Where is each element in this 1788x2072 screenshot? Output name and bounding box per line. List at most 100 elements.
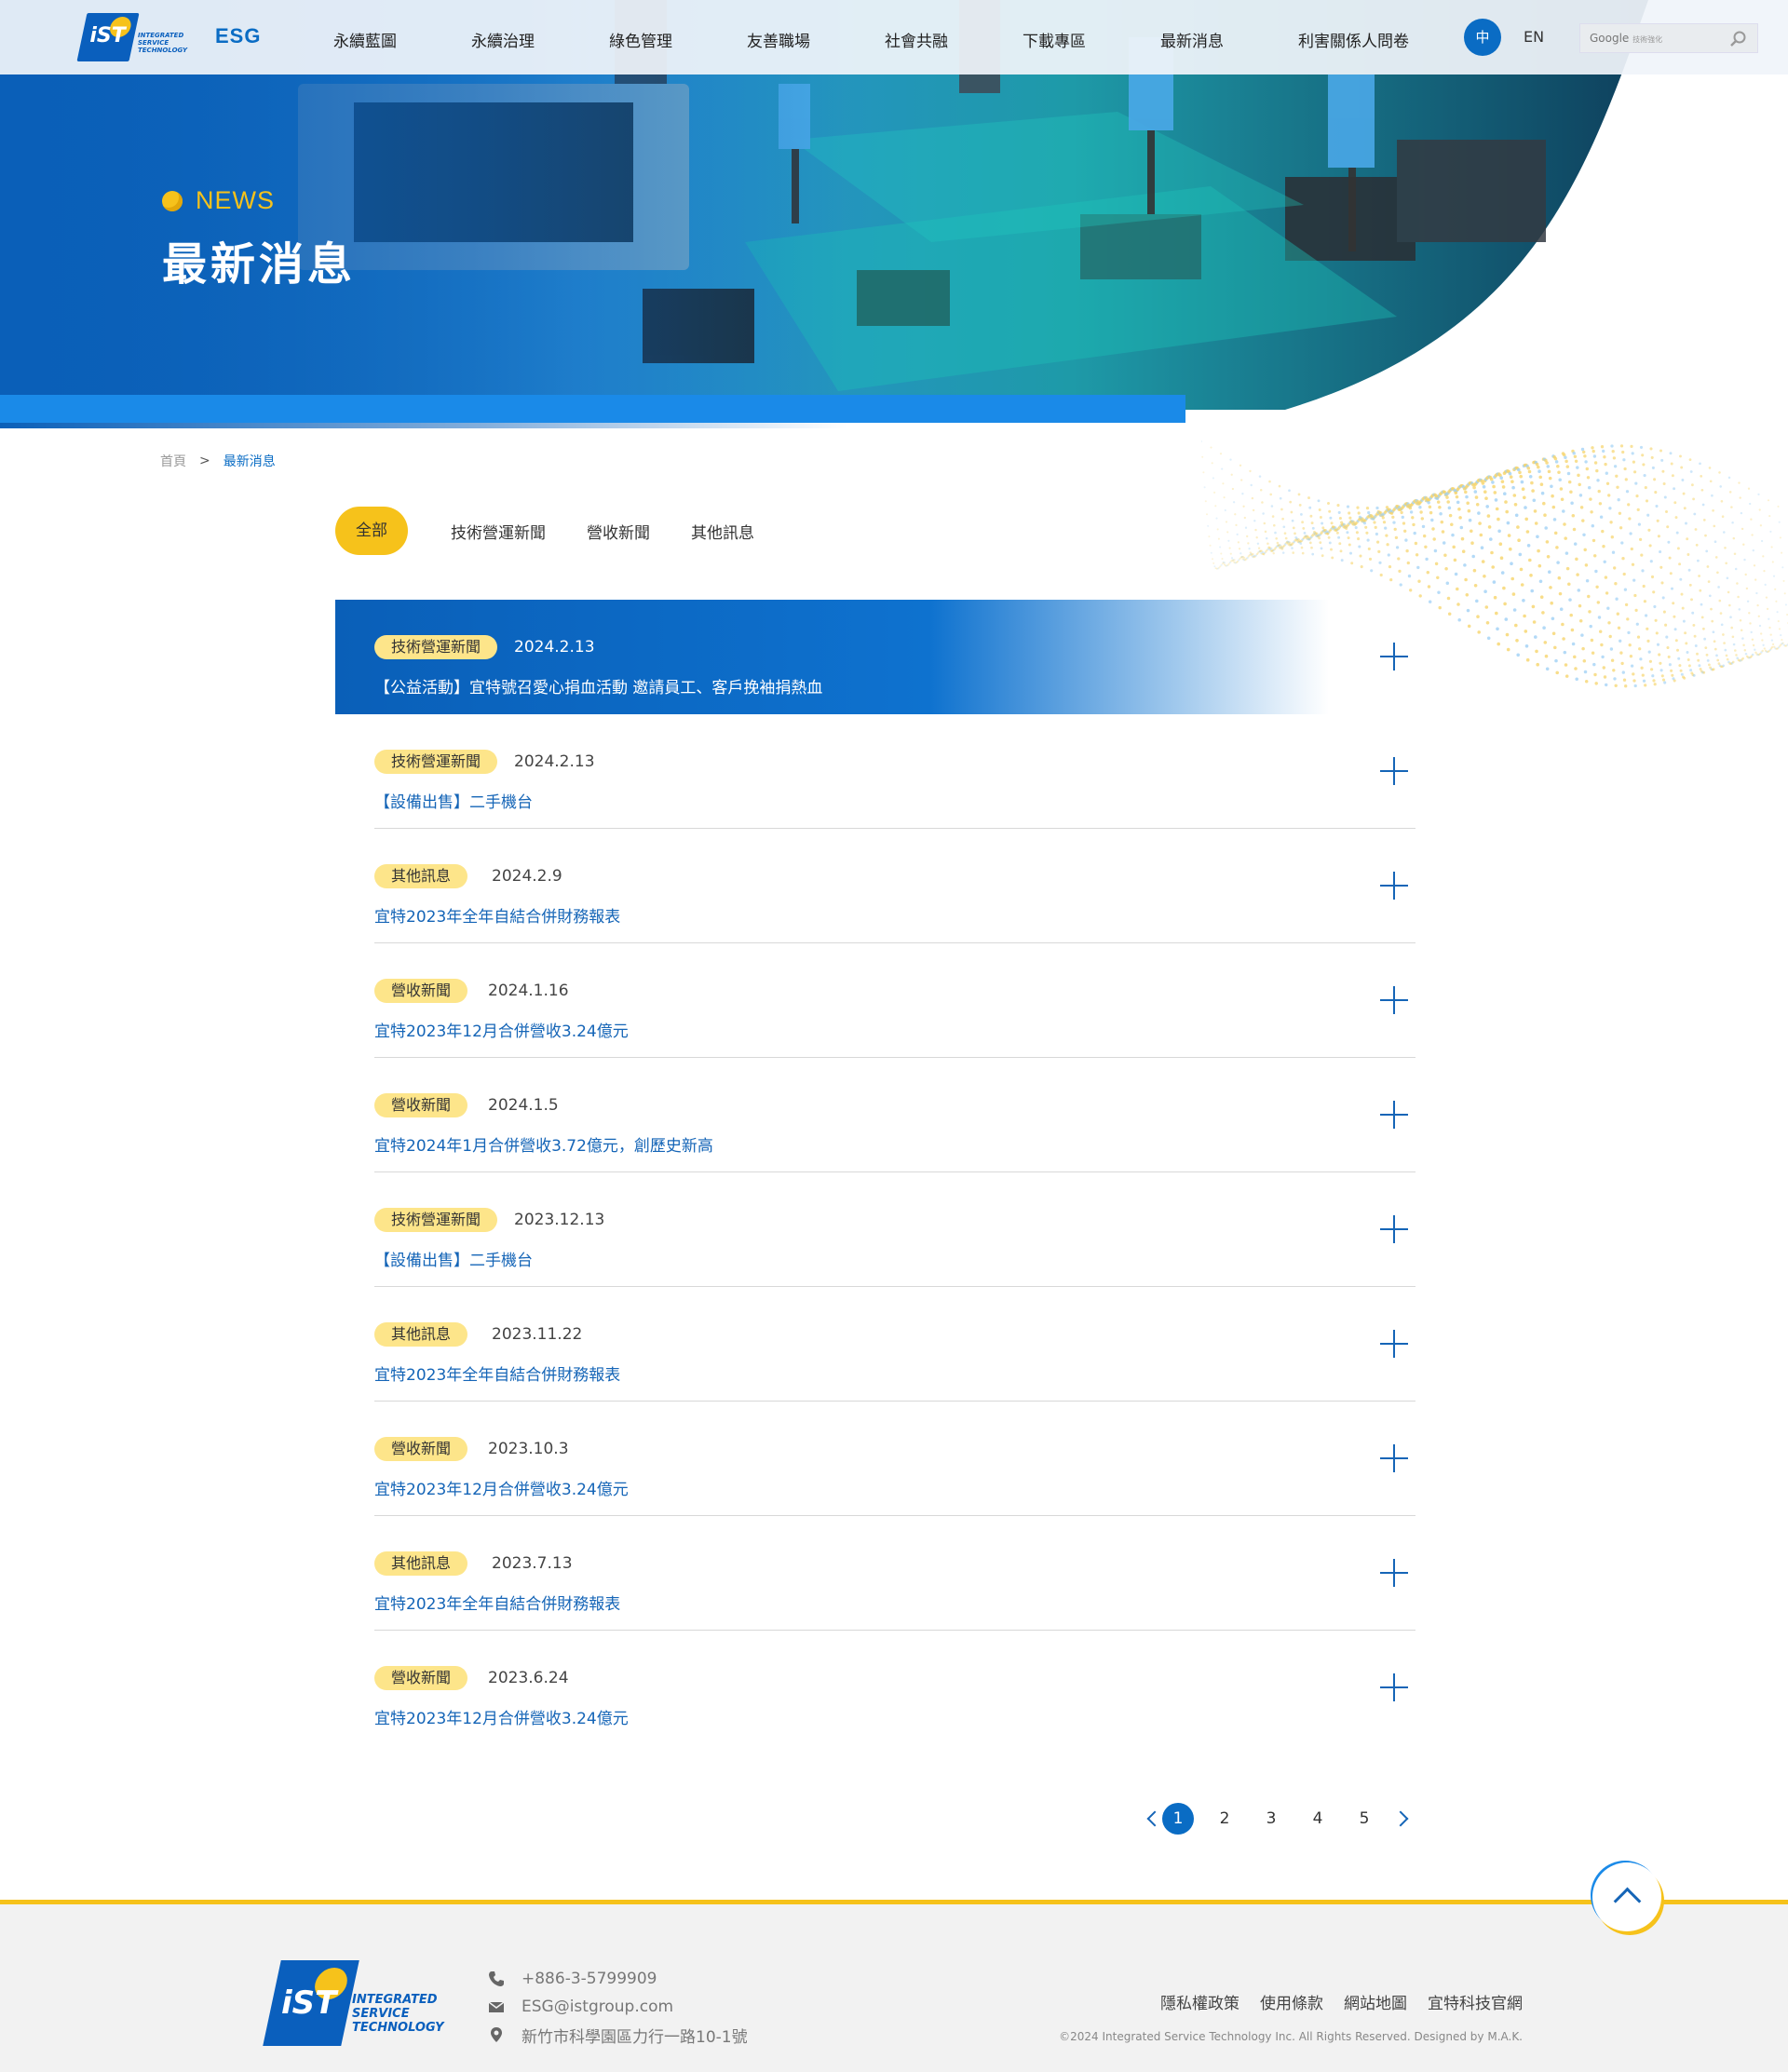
news-category-tag: 營收新聞 [374, 979, 468, 1003]
news-category-tag: 其他訊息 [374, 1322, 468, 1347]
footer-link-privacy[interactable]: 隱私權政策 [1160, 1990, 1239, 2013]
site-footer: iST INTEGRATED SERVICE TECHNOLOGY +886-3… [0, 1900, 1788, 2072]
page-4[interactable]: 4 [1302, 1803, 1334, 1835]
filter-tech[interactable]: 技術營運新聞 [451, 520, 546, 543]
nav-governance[interactable]: 永續治理 [471, 28, 535, 51]
chevron-right-icon: > [199, 454, 210, 468]
news-title[interactable]: 宜特2023年12月合併營收3.24億元 [374, 1476, 629, 1499]
news-category-tag: 營收新聞 [374, 1437, 468, 1461]
email-text[interactable]: ESG@istgroup.com [522, 1998, 673, 2016]
footer-logo[interactable]: iST INTEGRATED SERVICE TECHNOLOGY [263, 1960, 449, 2046]
plus-icon[interactable] [1380, 1444, 1408, 1472]
footer-link-sitemap[interactable]: 網站地圖 [1344, 1990, 1407, 2013]
page-1[interactable]: 1 [1162, 1803, 1194, 1835]
news-title[interactable]: 宜特2023年全年自結合併財務報表 [374, 1591, 620, 1614]
page-5[interactable]: 5 [1348, 1803, 1380, 1835]
site-logo[interactable]: iST INTEGRATED SERVICE TECHNOLOGY [76, 13, 192, 61]
news-item[interactable]: 其他訊息 2023.7.13 宜特2023年全年自結合併財務報表 [374, 1516, 1416, 1631]
news-title[interactable]: 【設備出售】二手機台 [374, 789, 533, 812]
copyright: ©2024 Integrated Service Technology Inc.… [1059, 2030, 1523, 2043]
news-item[interactable]: 其他訊息 2023.11.22 宜特2023年全年自結合併財務報表 [374, 1287, 1416, 1402]
footer-link-terms[interactable]: 使用條款 [1260, 1990, 1323, 2013]
news-title[interactable]: 宜特2023年全年自結合併財務報表 [374, 903, 620, 927]
footer-logo-mark-text: iST [281, 1984, 337, 2022]
esg-link[interactable]: ESG [215, 24, 261, 48]
page-2[interactable]: 2 [1209, 1803, 1240, 1835]
filter-other[interactable]: 其他訊息 [691, 520, 754, 543]
news-title[interactable]: 宜特2023年12月合併營收3.24億元 [374, 1705, 629, 1728]
filter-all[interactable]: 全部 [335, 507, 408, 555]
nav-download[interactable]: 下載專區 [1023, 28, 1086, 51]
nav-workplace[interactable]: 友善職場 [747, 28, 810, 51]
address-text: 新竹市科學園區力行一路10-1號 [522, 2027, 748, 2047]
contact-email: ESG@istgroup.com [488, 1993, 748, 2021]
footer-logo-text: INTEGRATED SERVICE TECHNOLOGY [352, 1993, 444, 2035]
news-category-tag: 技術營運新聞 [374, 635, 498, 659]
breadcrumb-home[interactable]: 首頁 [160, 452, 186, 470]
lang-en-button[interactable]: EN [1524, 28, 1544, 46]
next-page-icon[interactable] [1395, 1809, 1408, 1828]
news-item[interactable]: 技術營運新聞 2023.12.13 【設備出售】二手機台 [374, 1172, 1416, 1287]
news-title[interactable]: 【設備出售】二手機台 [374, 1247, 533, 1270]
footer-link-official[interactable]: 宜特科技官網 [1428, 1990, 1523, 2013]
plus-icon[interactable] [1380, 1215, 1408, 1243]
news-item[interactable]: 營收新聞 2023.6.24 宜特2023年12月合併營收3.24億元 [374, 1631, 1416, 1745]
main-nav: 永續藍圖 永續治理 綠色管理 友善職場 社會共融 下載專區 最新消息 利害關係人… [333, 28, 1409, 51]
news-title[interactable]: 宜特2023年全年自結合併財務報表 [374, 1361, 620, 1385]
plus-icon[interactable] [1380, 986, 1408, 1014]
search-brand: Google [1590, 32, 1630, 45]
mail-icon [488, 2001, 505, 2012]
news-date: 2023.11.22 [492, 1325, 583, 1344]
filter-revenue[interactable]: 營收新聞 [587, 520, 650, 543]
plus-icon[interactable] [1380, 1101, 1408, 1129]
plus-icon[interactable] [1380, 872, 1408, 900]
news-title[interactable]: 宜特2023年12月合併營收3.24億元 [374, 1018, 629, 1041]
logo-text: INTEGRATED SERVICE TECHNOLOGY [138, 32, 188, 54]
news-list: 技術營運新聞 2024.2.13 【公益活動】宜特號召愛心捐血活動 邀請員工、客戶挽… [335, 600, 1416, 1745]
category-filters: 全部 技術營運新聞 營收新聞 其他訊息 [335, 507, 795, 555]
footer-logo-mark: iST [263, 1960, 359, 2046]
contact-phone: +886-3-5799909 [488, 1965, 748, 1993]
plus-icon[interactable] [1380, 757, 1408, 785]
footer-links: 隱私權政策 使用條款 網站地圖 宜特科技官網 [1140, 1990, 1523, 2013]
page-3[interactable]: 3 [1255, 1803, 1287, 1835]
news-date: 2024.1.5 [488, 1096, 559, 1115]
news-title[interactable]: 宜特2024年1月合併營收3.72億元，創歷史新高 [374, 1132, 713, 1156]
news-date: 2024.2.9 [492, 867, 562, 886]
plus-icon[interactable] [1380, 643, 1408, 670]
nav-social[interactable]: 社會共融 [885, 28, 948, 51]
news-item[interactable]: 其他訊息 2024.2.9 宜特2023年全年自結合併財務報表 [374, 829, 1416, 943]
back-to-top-button[interactable] [1592, 1862, 1661, 1931]
news-item[interactable]: 營收新聞 2023.10.3 宜特2023年12月合併營收3.24億元 [374, 1402, 1416, 1516]
nav-blueprint[interactable]: 永續藍圖 [333, 28, 397, 51]
news-item[interactable]: 營收新聞 2024.1.5 宜特2024年1月合併營收3.72億元，創歷史新高 [374, 1058, 1416, 1172]
yellow-dot-icon [162, 190, 183, 211]
plus-icon[interactable] [1380, 1673, 1408, 1701]
search-icon[interactable] [1729, 30, 1748, 48]
news-date: 2023.6.24 [488, 1669, 569, 1687]
news-date: 2024.1.16 [488, 982, 569, 1000]
phone-icon [489, 1971, 504, 1986]
news-category-tag: 營收新聞 [374, 1666, 468, 1690]
news-date: 2023.10.3 [488, 1440, 569, 1458]
search-input[interactable]: Google 技術強化 [1590, 32, 1662, 45]
prev-page-icon[interactable] [1145, 1809, 1158, 1828]
news-item[interactable]: 技術營運新聞 2024.2.13 【公益活動】宜特號召愛心捐血活動 邀請員工、客戶挽… [335, 600, 1416, 714]
news-title[interactable]: 【公益活動】宜特號召愛心捐血活動 邀請員工、客戶挽袖捐熱血 [374, 674, 822, 697]
nav-green[interactable]: 綠色管理 [609, 28, 672, 51]
search-box[interactable]: Google 技術強化 [1579, 23, 1758, 53]
breadcrumb-current: 最新消息 [223, 454, 276, 469]
news-date: 2023.7.13 [492, 1554, 573, 1573]
plus-icon[interactable] [1380, 1559, 1408, 1587]
plus-icon[interactable] [1380, 1330, 1408, 1358]
lang-zh-button[interactable]: 中 [1464, 19, 1501, 56]
nav-news[interactable]: 最新消息 [1160, 28, 1224, 51]
news-item[interactable]: 營收新聞 2024.1.16 宜特2023年12月合併營收3.24億元 [374, 943, 1416, 1058]
contact-info: +886-3-5799909 ESG@istgroup.com 新竹市科學園區力… [488, 1965, 748, 2049]
contact-address: 新竹市科學園區力行一路10-1號 [488, 2021, 748, 2049]
banner-stripe [0, 395, 1185, 423]
logo-mark-text: iST [89, 24, 126, 47]
news-item[interactable]: 技術營運新聞 2024.2.13 【設備出售】二手機台 [374, 714, 1416, 829]
news-date: 2024.2.13 [514, 638, 595, 657]
nav-survey[interactable]: 利害關係人問卷 [1298, 28, 1409, 51]
